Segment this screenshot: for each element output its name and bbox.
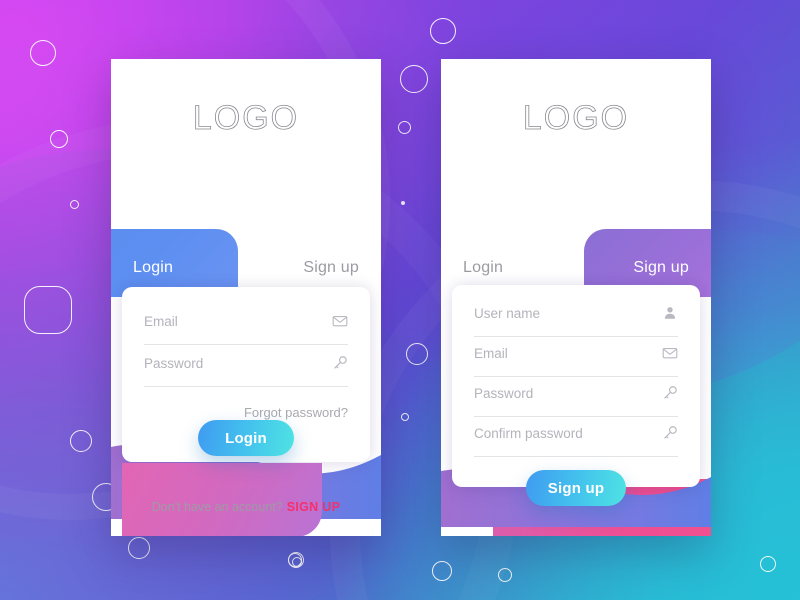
signup-form-sheet: User name Email Password Confirm passwor… — [452, 285, 700, 487]
signup-tab-notch — [468, 202, 520, 226]
email-field[interactable]: Email — [144, 305, 348, 345]
decorative-circle — [128, 537, 150, 559]
person-icon — [662, 305, 678, 321]
login-footer: Don't have an account? SIGN UP — [111, 500, 381, 514]
signup-card: LOGO Login Sign up User name Email Passw… — [441, 59, 711, 536]
forgot-password-link[interactable]: Forgot password? — [244, 405, 348, 420]
password-field-label: Password — [144, 356, 204, 371]
email-field-label: Email — [474, 346, 508, 361]
decorative-circle — [292, 557, 302, 567]
login-tab-notch — [111, 204, 163, 228]
decorative-circle — [430, 18, 456, 44]
login-button[interactable]: Login — [198, 420, 294, 456]
footer-signup-link[interactable]: SIGN UP — [287, 500, 341, 514]
decorative-circle — [70, 200, 79, 209]
logo-text: LOGO — [522, 99, 630, 138]
decorative-circle — [401, 413, 409, 421]
key-icon — [332, 355, 348, 371]
tab-login[interactable]: Login — [463, 259, 503, 277]
decorative-circle — [70, 430, 92, 452]
decorative-circle — [288, 552, 304, 568]
confirm-password-field[interactable]: Confirm password — [474, 417, 678, 457]
footer-text: Don't have an account? — [151, 500, 283, 514]
key-icon — [662, 425, 678, 441]
username-field-label: User name — [474, 306, 541, 321]
login-card: LOGO Login Sign up Email Password Forgot… — [111, 59, 381, 536]
username-field[interactable]: User name — [474, 297, 678, 337]
decorative-circle — [498, 568, 512, 582]
decorative-circle — [400, 65, 428, 93]
decorative-circle — [30, 40, 56, 66]
decorative-circle — [760, 556, 776, 572]
envelope-icon — [662, 345, 678, 361]
key-icon — [662, 385, 678, 401]
decorative-dot — [401, 201, 405, 205]
password-field[interactable]: Password — [474, 377, 678, 417]
password-field[interactable]: Password — [144, 347, 348, 387]
confirm-password-field-label: Confirm password — [474, 426, 583, 441]
decorative-circle — [398, 121, 411, 134]
password-field-label: Password — [474, 386, 534, 401]
screen: LOGO Login Sign up Email Password Forgot… — [0, 0, 800, 600]
logo-text: LOGO — [192, 99, 300, 138]
tab-signup[interactable]: Sign up — [633, 259, 689, 277]
decorative-circle — [50, 130, 68, 148]
email-field-label: Email — [144, 314, 178, 329]
tab-login[interactable]: Login — [133, 259, 173, 277]
tab-signup[interactable]: Sign up — [303, 259, 359, 277]
decorative-rounded-square — [24, 286, 72, 334]
decorative-circle — [432, 561, 452, 581]
decorative-circle — [288, 553, 302, 567]
decorative-circle — [406, 343, 428, 365]
envelope-icon — [332, 313, 348, 329]
email-field[interactable]: Email — [474, 337, 678, 377]
signup-button[interactable]: Sign up — [526, 470, 626, 506]
